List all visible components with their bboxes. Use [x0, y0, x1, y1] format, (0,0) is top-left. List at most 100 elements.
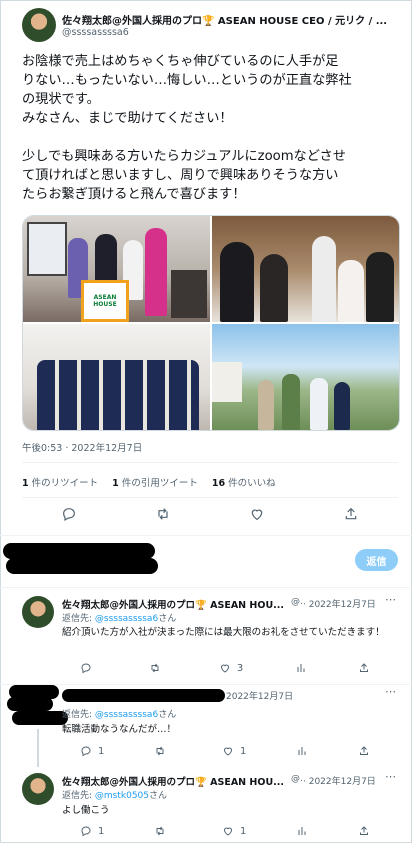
reply-to-prefix: 返信先: — [62, 710, 95, 720]
more-icon[interactable]: ⋯ — [385, 770, 396, 783]
photo-1[interactable]: ASEAN HOUSE — [23, 216, 210, 322]
redacted-compose-1 — [3, 543, 155, 559]
reply-actions: 1 1 — [80, 825, 370, 837]
person-shape — [282, 374, 300, 430]
person-group-shape — [37, 360, 199, 430]
photo-2[interactable] — [212, 216, 399, 322]
reply-to: 返信先: @ssssassssa6さん — [62, 611, 176, 624]
reply-to-suffix: さん — [158, 710, 177, 720]
desk-shape — [171, 270, 207, 318]
reply-date[interactable]: 2022年12月7日 — [226, 689, 293, 702]
person-shape — [366, 252, 394, 322]
reply-date[interactable]: · 2022年12月7日 — [303, 597, 376, 610]
reply-author-name[interactable]: 佐々翔太郎@外国人採用のプロ🏆 ASEAN HOU... — [62, 774, 292, 788]
share-icon[interactable] — [358, 745, 370, 757]
divider — [0, 535, 412, 536]
reply-to-handle[interactable]: @ssssassssa6 — [95, 710, 158, 720]
reply-tweet[interactable]: 佐々翔太郎@外国人採用のプロ🏆 ASEAN HOU... @. · 2022年1… — [0, 767, 412, 841]
more-icon[interactable]: ⋯ — [385, 685, 396, 698]
analytics-icon[interactable] — [296, 825, 308, 837]
tweet-line: みなさん、まじで助けてください！ — [22, 111, 233, 126]
author-name[interactable]: 佐々翔太郎@外国人採用のプロ🏆 ASEAN HOUSE CEO / 元リク / … — [62, 12, 392, 27]
retweet-label: 件のリツイート — [31, 478, 99, 489]
quote-label: 件の引用ツイート — [121, 478, 198, 489]
reply-body: 転職活動なうなんだが…！ — [62, 724, 177, 735]
reply-date[interactable]: · 2022年12月7日 — [303, 774, 376, 787]
reply-to-suffix: さん — [149, 791, 168, 801]
thread-line — [37, 729, 39, 767]
building-shape — [212, 362, 242, 402]
tweet-body: お陰様で売上はめちゃくちゃ伸びているのに人手が足 りない…もったいない…悔しい…… — [22, 52, 402, 204]
divider — [22, 497, 398, 498]
like-count: 16 — [211, 478, 226, 489]
tweet-timestamp[interactable]: 午後0:53 · 2022年12月7日 — [22, 440, 142, 454]
reply-to-prefix: 返信先: — [62, 614, 95, 624]
retweet-count: 1 — [22, 478, 29, 489]
divider — [22, 462, 398, 463]
like-label: 件のいいね — [228, 478, 276, 489]
person-shape — [312, 236, 336, 322]
reply-tweet[interactable]: 2022年12月7日 ⋯ 返信先: @ssssassssa6さん 転職活動なうな… — [0, 685, 412, 767]
photo-3[interactable] — [23, 324, 210, 430]
person-shape — [145, 228, 167, 316]
reply-button[interactable]: 返信 — [355, 549, 398, 571]
reply-count: 1 — [98, 745, 105, 757]
reply-icon[interactable] — [61, 506, 77, 526]
reply-action[interactable]: 1 — [80, 745, 104, 757]
retweet-action[interactable] — [149, 662, 167, 674]
analytics-icon[interactable] — [296, 745, 308, 757]
like-stat[interactable]: 16 件のいいね — [212, 475, 276, 489]
main-actions — [22, 506, 398, 526]
person-shape — [338, 260, 364, 322]
reply-action[interactable]: 1 — [80, 825, 104, 837]
heart-icon[interactable] — [249, 506, 265, 526]
like-action[interactable]: 1 — [222, 745, 246, 757]
retweet-action[interactable] — [154, 825, 172, 837]
retweet-stat[interactable]: 1 件のリツイート — [22, 475, 98, 489]
analytics-icon[interactable] — [295, 662, 307, 674]
reply-count: 1 — [98, 825, 105, 837]
tweet-stats: 1 件のリツイート 1 件の引用ツイート 16 件のいいね — [22, 475, 276, 489]
thread-line — [37, 632, 39, 684]
tweet-line: の現状です。 — [22, 92, 100, 107]
photo-4[interactable] — [212, 324, 399, 430]
reply-author-name[interactable]: 佐々翔太郎@外国人採用のプロ🏆 ASEAN HOU... — [62, 597, 292, 611]
reply-avatar[interactable] — [22, 596, 54, 628]
tweet-line: て頂ければと思いますし、周りで興味ありそうな方い — [22, 168, 339, 183]
reply-handle[interactable]: @. — [291, 597, 303, 607]
share-icon[interactable] — [358, 662, 370, 674]
reply-handle[interactable]: @. — [291, 774, 303, 784]
quote-stat[interactable]: 1 件の引用ツイート — [112, 475, 198, 489]
redacted-avatar — [7, 697, 53, 711]
quote-count: 1 — [112, 478, 119, 489]
tweet-line: お陰様で売上はめちゃくちゃ伸びているのに人手が足 — [22, 54, 339, 69]
retweet-action[interactable] — [154, 745, 172, 757]
reply-actions: 1 1 — [80, 745, 370, 757]
retweet-icon[interactable] — [155, 506, 171, 526]
redacted-author-name — [62, 689, 225, 702]
reply-tweet[interactable]: 佐々翔太郎@外国人採用のプロ🏆 ASEAN HOU... @. · 2022年1… — [0, 588, 412, 684]
share-icon[interactable] — [358, 825, 370, 837]
more-icon[interactable]: ⋯ — [385, 593, 396, 606]
reply-to-prefix: 返信先: — [62, 791, 95, 801]
reply-to-handle[interactable]: @mstk0505 — [95, 791, 149, 801]
redacted-avatar — [12, 711, 68, 725]
tweet-line: たらお繋ぎ頂けると飛んで喜びます！ — [22, 187, 246, 202]
like-action[interactable]: 3 — [219, 662, 243, 674]
person-shape — [220, 242, 254, 322]
share-icon[interactable] — [343, 506, 359, 526]
reply-action[interactable] — [80, 662, 98, 674]
like-count: 3 — [236, 662, 244, 674]
person-shape — [260, 254, 288, 322]
reply-avatar[interactable] — [22, 773, 54, 805]
reply-body: よし働こう — [62, 805, 110, 816]
person-shape — [334, 382, 350, 430]
author-handle[interactable]: @ssssassssa6 — [62, 27, 129, 38]
reply-to-handle[interactable]: @ssssassssa6 — [95, 614, 158, 624]
reply-actions: 3 — [80, 662, 370, 674]
author-avatar[interactable] — [22, 8, 56, 42]
monitor-shape — [27, 222, 67, 276]
tweet-line: 少しでも興味ある方いたらカジュアルにzoomなどさせ — [22, 149, 346, 164]
like-action[interactable]: 1 — [222, 825, 246, 837]
tweet-line: りない…もったいない…悔しい…というのが正直な弊社 — [22, 73, 352, 88]
